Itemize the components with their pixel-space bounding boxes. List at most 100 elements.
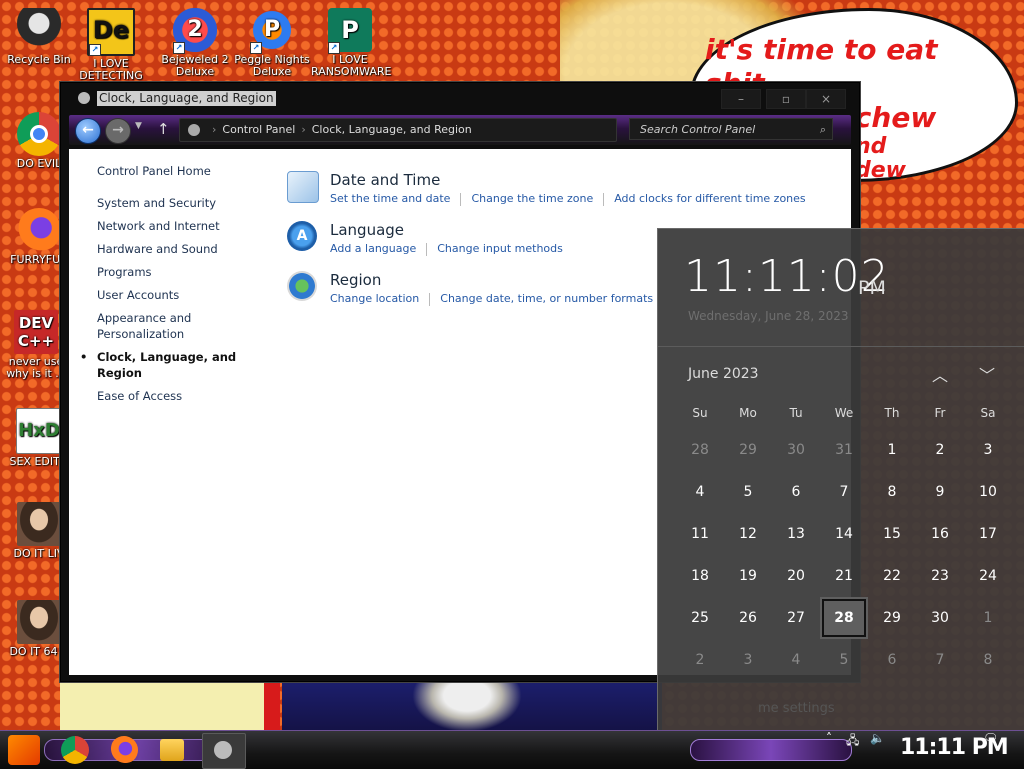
- desktop-icon-label: never use why is it ...: [6, 355, 66, 380]
- calendar-day[interactable]: 6: [868, 639, 916, 681]
- calendar-day[interactable]: 1: [964, 597, 1012, 639]
- calendar-day[interactable]: 2: [916, 429, 964, 471]
- calendar-day[interactable]: 21: [820, 555, 868, 597]
- calendar-day[interactable]: 20: [772, 555, 820, 597]
- desktop-icon-peggle[interactable]: P ↗ Peggle Nights Deluxe: [233, 8, 311, 78]
- chevron-up-icon[interactable]: ︿: [932, 362, 948, 386]
- calendar-day[interactable]: 22: [868, 555, 916, 597]
- date-time-icon[interactable]: [287, 171, 319, 203]
- calendar-day[interactable]: 8: [868, 471, 916, 513]
- notification-icon[interactable]: 🗨: [983, 731, 998, 769]
- link-add-language[interactable]: Add a language: [330, 242, 416, 255]
- address-bar[interactable]: › Control Panel › Clock, Language, and Regi…: [179, 118, 617, 142]
- sidebar-item-ease-of-access[interactable]: Ease of Access: [97, 388, 267, 404]
- bejeweled-icon: 2 ↗: [173, 8, 217, 54]
- calendar-day[interactable]: 8: [964, 639, 1012, 681]
- calendar-day[interactable]: 29: [868, 597, 916, 639]
- calendar-day[interactable]: 9: [916, 471, 964, 513]
- sidebar-item-clock-language-region[interactable]: Clock, Language, and Region: [80, 349, 267, 381]
- sidebar-item-user-accounts[interactable]: User Accounts: [97, 287, 267, 303]
- language-icon[interactable]: A: [287, 221, 317, 251]
- up-button[interactable]: ↑: [157, 120, 170, 138]
- chevron-up-icon[interactable]: ˄: [826, 731, 832, 769]
- calendar-day[interactable]: 29: [724, 429, 772, 471]
- calendar-day[interactable]: 10: [964, 471, 1012, 513]
- calendar-day-today[interactable]: 28: [820, 597, 868, 639]
- taskbar-file-explorer-icon[interactable]: [160, 739, 184, 761]
- link-set-time-date[interactable]: Set the time and date: [330, 192, 450, 205]
- maximize-button[interactable]: ▫: [766, 89, 806, 109]
- sidebar-item-appearance[interactable]: Appearance and Personalization: [97, 310, 197, 342]
- start-button[interactable]: [8, 735, 40, 765]
- link-add-clocks[interactable]: Add clocks for different time zones: [614, 192, 805, 205]
- taskbar-firefox-icon[interactable]: [110, 736, 138, 764]
- calendar-day[interactable]: 5: [820, 639, 868, 681]
- breadcrumb-current[interactable]: Clock, Language, and Region: [312, 123, 472, 136]
- desktop-icon-ransomware[interactable]: P ↗ I LOVE RANSOMWARE: [311, 8, 392, 78]
- calendar-day[interactable]: 6: [772, 471, 820, 513]
- forward-button[interactable]: →: [105, 118, 131, 144]
- calendar-day[interactable]: 19: [724, 555, 772, 597]
- calendar-day[interactable]: 27: [772, 597, 820, 639]
- flyout-date[interactable]: Wednesday, June 28, 2023: [688, 309, 849, 323]
- calendar-day[interactable]: 13: [772, 513, 820, 555]
- calendar-day[interactable]: 7: [820, 471, 868, 513]
- calendar-day[interactable]: 31: [820, 429, 868, 471]
- calendar-day[interactable]: 7: [916, 639, 964, 681]
- close-button[interactable]: ×: [806, 89, 846, 109]
- calendar-day[interactable]: 30: [772, 429, 820, 471]
- region-icon[interactable]: [287, 271, 317, 301]
- minimize-button[interactable]: –: [721, 89, 761, 109]
- calendar-day[interactable]: 25: [676, 597, 724, 639]
- calendar-day[interactable]: 12: [724, 513, 772, 555]
- search-input[interactable]: Search Control Panel ⌕: [629, 118, 833, 140]
- link-change-time-zone[interactable]: Change the time zone: [471, 192, 593, 205]
- calendar-day[interactable]: 2: [676, 639, 724, 681]
- calendar-day[interactable]: 23: [916, 555, 964, 597]
- link-change-formats[interactable]: Change date, time, or number formats: [440, 292, 653, 305]
- sidebar-item-network[interactable]: Network and Internet: [97, 218, 267, 234]
- hxd-icon: HxD: [16, 408, 62, 454]
- link-change-location[interactable]: Change location: [330, 292, 419, 305]
- calendar-day[interactable]: 26: [724, 597, 772, 639]
- calendar-day[interactable]: 24: [964, 555, 1012, 597]
- calendar-day[interactable]: 30: [916, 597, 964, 639]
- calendar-month-label[interactable]: June 2023: [688, 366, 759, 382]
- desktop-icon-recycle-bin[interactable]: Recycle Bin: [0, 8, 78, 66]
- calendar-day[interactable]: 15: [868, 513, 916, 555]
- link-change-input-methods[interactable]: Change input methods: [437, 242, 563, 255]
- calendar-day[interactable]: 4: [772, 639, 820, 681]
- sidebar-item-system-security[interactable]: System and Security: [97, 195, 267, 211]
- title-bar[interactable]: Clock, Language, and Region – ▫ ×: [61, 83, 859, 113]
- recent-pages-dropdown[interactable]: ▼: [135, 121, 142, 131]
- volume-icon[interactable]: 🔈: [870, 731, 885, 769]
- calendar-day[interactable]: 3: [724, 639, 772, 681]
- category-title[interactable]: Region: [330, 271, 381, 289]
- desktop-icon-label: I LOVE RANSOMWARE: [311, 53, 392, 78]
- category-title[interactable]: Date and Time: [330, 171, 440, 189]
- category-title[interactable]: Language: [330, 221, 404, 239]
- calendar-day[interactable]: 28: [676, 429, 724, 471]
- calendar-day[interactable]: 1: [868, 429, 916, 471]
- calendar-day[interactable]: 17: [964, 513, 1012, 555]
- desktop-icon-detecting[interactable]: De ↗ I LOVE DETECTING: [72, 8, 150, 82]
- calendar-day[interactable]: 5: [724, 471, 772, 513]
- taskbar-chrome-icon[interactable]: [61, 736, 89, 764]
- desktop-icon-bejeweled[interactable]: 2 ↗ Bejeweled 2 Deluxe: [156, 8, 234, 78]
- sidebar-item-programs[interactable]: Programs: [97, 264, 267, 280]
- calendar-day[interactable]: 16: [916, 513, 964, 555]
- date-time-settings-link[interactable]: me settings: [758, 701, 835, 716]
- calendar-day[interactable]: 14: [820, 513, 868, 555]
- calendar-day[interactable]: 18: [676, 555, 724, 597]
- network-icon[interactable]: 🖧: [846, 731, 859, 769]
- sidebar-item-hardware[interactable]: Hardware and Sound: [97, 241, 267, 257]
- calendar-day[interactable]: 4: [676, 471, 724, 513]
- sidebar-item-home[interactable]: Control Panel Home: [97, 163, 267, 179]
- back-button[interactable]: ←: [75, 118, 101, 144]
- chevron-down-icon[interactable]: ﹀: [979, 362, 995, 386]
- search-icon[interactable]: ⌕: [820, 119, 826, 141]
- breadcrumb-control-panel[interactable]: Control Panel: [222, 123, 295, 136]
- calendar-day[interactable]: 11: [676, 513, 724, 555]
- calendar-day[interactable]: 3: [964, 429, 1012, 471]
- taskbar-control-panel-button[interactable]: [202, 733, 246, 769]
